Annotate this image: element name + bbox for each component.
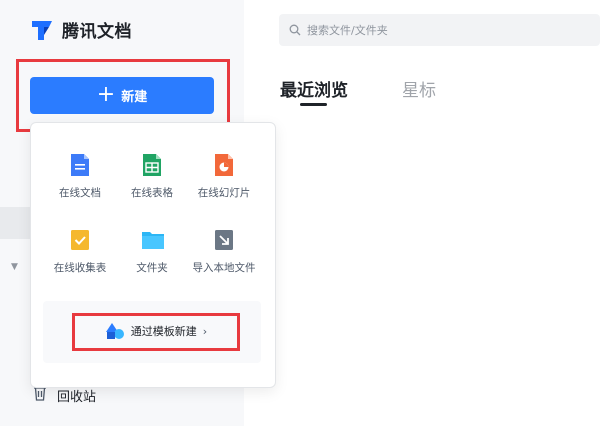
search-input[interactable]: 搜索文件/文件夹 (279, 14, 600, 46)
menu-item-online-doc[interactable]: 在线文档 (40, 153, 120, 200)
tab-active-underline (300, 103, 327, 106)
menu-item-label: 文件夹 (136, 262, 168, 274)
search-icon (289, 21, 301, 40)
app-logo[interactable]: 腾讯文档 (30, 17, 132, 42)
menu-item-import[interactable]: 导入本地文件 (184, 228, 264, 275)
menu-item-label: 在线表格 (131, 187, 173, 199)
menu-item-label: 在线文档 (59, 187, 101, 199)
trash-label: 回收站 (57, 389, 97, 405)
tab-starred[interactable]: 星标 (402, 76, 436, 101)
online-form-icon (69, 228, 91, 252)
highlight-box-template (72, 313, 240, 351)
menu-item-online-slides[interactable]: 在线幻灯片 (184, 153, 264, 200)
folder-icon (141, 228, 164, 252)
menu-item-label: 在线收集表 (53, 262, 107, 274)
import-icon (213, 228, 235, 252)
online-slides-icon (213, 153, 235, 177)
menu-item-folder[interactable]: 文件夹 (112, 228, 192, 275)
tencent-docs-logo-icon (30, 18, 54, 42)
trash-icon (33, 385, 47, 405)
menu-item-label: 在线幻灯片 (197, 187, 251, 199)
sidebar-item-trash[interactable]: 回收站 (33, 385, 96, 405)
caret-down-icon[interactable]: ▼ (11, 262, 18, 272)
online-sheet-icon (141, 153, 163, 177)
menu-item-label: 导入本地文件 (192, 262, 256, 274)
tab-recent[interactable]: 最近浏览 (280, 76, 348, 101)
online-doc-icon (69, 153, 91, 177)
search-placeholder: 搜索文件/文件夹 (307, 24, 388, 37)
app-title: 腾讯文档 (62, 22, 132, 42)
sidebar-selected-indicator[interactable] (0, 207, 30, 239)
menu-item-online-sheet[interactable]: 在线表格 (112, 153, 192, 200)
menu-item-online-form[interactable]: 在线收集表 (40, 228, 120, 275)
